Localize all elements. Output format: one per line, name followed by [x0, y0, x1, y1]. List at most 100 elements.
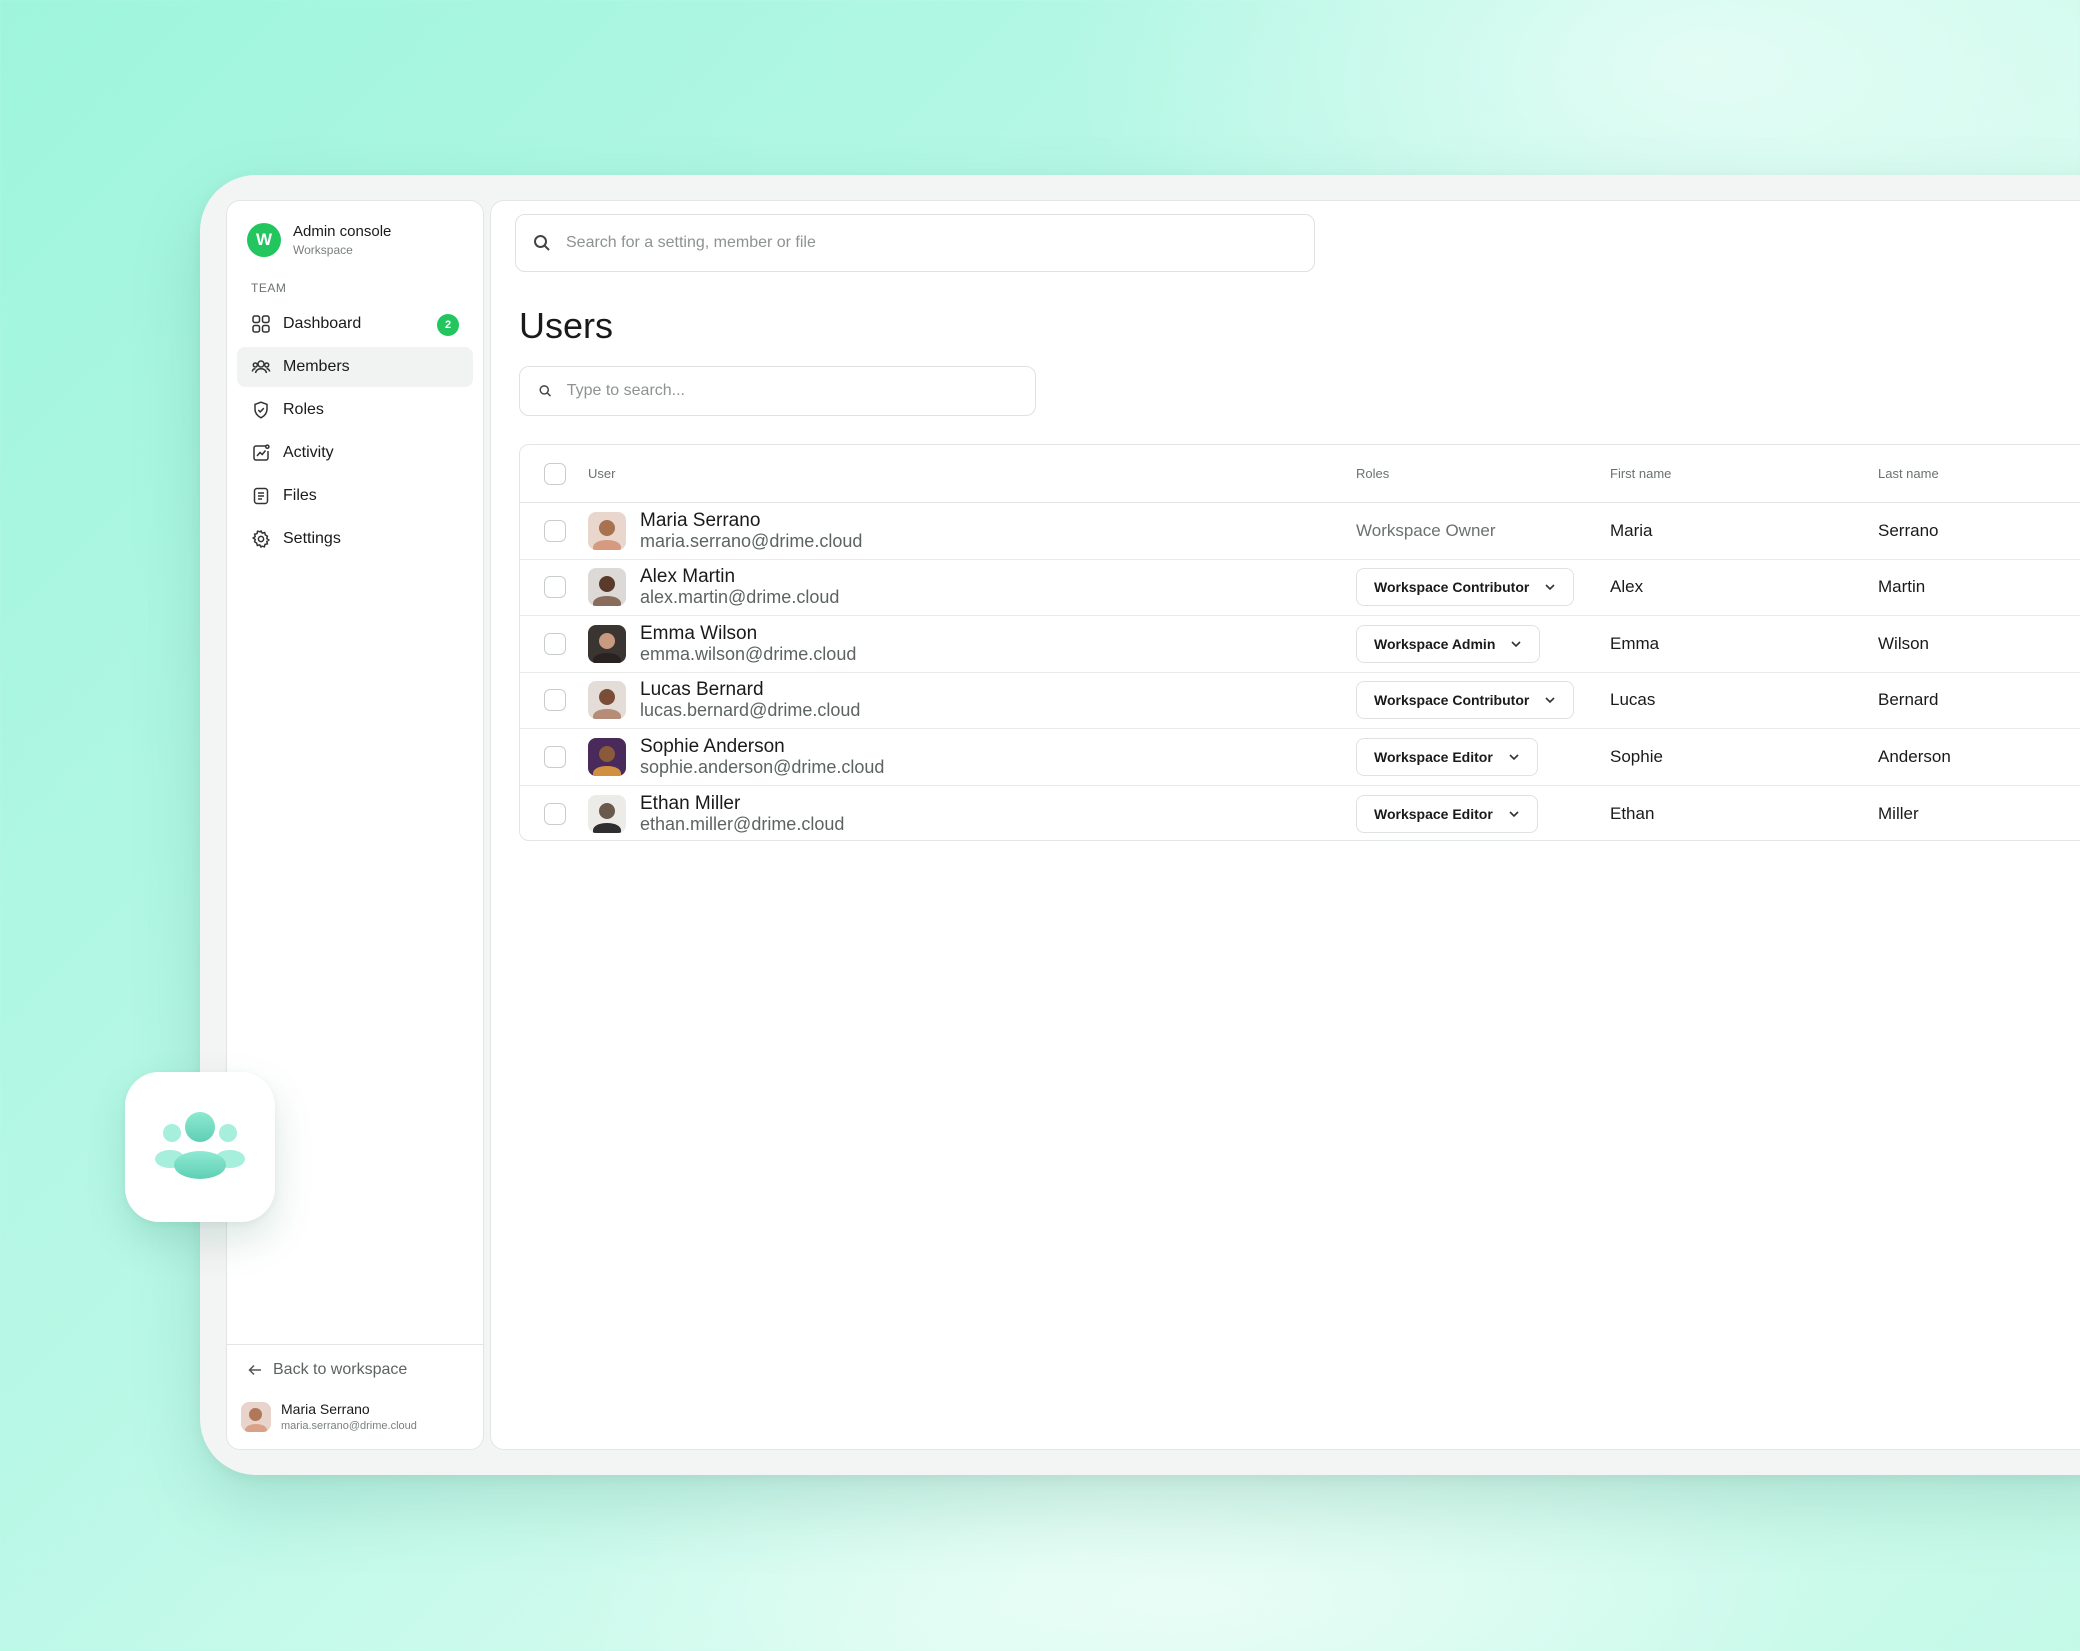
workspace-logo: W: [247, 223, 281, 257]
role-dropdown[interactable]: Workspace Editor: [1356, 794, 1538, 833]
first-name: Ethan: [1610, 803, 1655, 823]
role-dropdown-label: Workspace Contributor: [1374, 692, 1530, 709]
users-icon: [251, 360, 271, 374]
avatar: [588, 681, 626, 720]
table-row[interactable]: Sophie Anderson sophie.anderson@drime.cl…: [520, 729, 2080, 786]
current-user-name: Maria Serrano: [281, 1401, 370, 1417]
first-name: Maria: [1610, 520, 1653, 540]
sidebar-item-label: Activity: [283, 444, 334, 461]
user-name: Lucas Bernard: [640, 679, 764, 701]
role-dropdown-label: Workspace Editor: [1374, 748, 1493, 765]
column-header-roles[interactable]: Roles: [1356, 466, 1610, 481]
role-dropdown[interactable]: Workspace Editor: [1356, 737, 1538, 776]
role-dropdown-label: Workspace Admin: [1374, 635, 1496, 652]
sidebar: W Admin console Workspace TEAM Dashboard…: [226, 200, 484, 1450]
sidebar-item-label: Roles: [283, 401, 324, 418]
user-name: Alex Martin: [640, 566, 736, 588]
sidebar-item-roles[interactable]: Roles: [237, 390, 473, 430]
column-header-user[interactable]: User: [588, 466, 1356, 481]
search-icon: [539, 385, 552, 397]
current-user[interactable]: Maria Serrano maria.serrano@drime.cloud: [241, 1401, 417, 1432]
user-name: Emma Wilson: [640, 622, 758, 644]
role-dropdown[interactable]: Workspace Contributor: [1356, 568, 1575, 607]
section-label-team: TEAM: [251, 281, 287, 295]
users-group-icon: [155, 1112, 245, 1179]
role-dropdown[interactable]: Workspace Admin: [1356, 624, 1541, 663]
user-email: emma.wilson@drime.cloud: [640, 643, 857, 664]
back-link-label: Back to workspace: [273, 1361, 408, 1378]
select-all-checkbox[interactable]: [544, 462, 566, 485]
first-name: Emma: [1610, 633, 1660, 653]
table-row[interactable]: Alex Martin alex.martin@drime.cloud Work…: [520, 560, 2080, 616]
global-search: [515, 214, 1315, 272]
grid-icon: [252, 315, 270, 333]
shield-icon: [254, 401, 268, 419]
sidebar-item-dashboard[interactable]: Dashboard 2: [237, 304, 473, 344]
user-name: Sophie Anderson: [640, 735, 785, 757]
members-app-icon-card: [125, 1072, 275, 1222]
user-email: maria.serrano@drime.cloud: [640, 530, 863, 551]
role-dropdown-label: Workspace Editor: [1374, 805, 1493, 822]
user-email: ethan.miller@drime.cloud: [640, 813, 845, 834]
chevron-down-icon: [1545, 697, 1555, 704]
avatar: [588, 568, 626, 607]
chevron-down-icon: [1509, 811, 1519, 817]
users-table: User Roles First name Last name Maria Se…: [519, 444, 2080, 841]
sidebar-item-members[interactable]: Members: [237, 347, 473, 387]
brand: W Admin console Workspace: [247, 223, 391, 257]
user-email: alex.martin@drime.cloud: [640, 587, 840, 608]
last-name: Anderson: [1878, 746, 1951, 766]
activity-icon: [253, 444, 270, 461]
row-checkbox[interactable]: [544, 802, 566, 825]
first-name: Alex: [1610, 577, 1644, 597]
last-name: Bernard: [1878, 690, 1939, 710]
page-title: Users: [519, 305, 614, 346]
sidebar-item-label: Settings: [283, 530, 341, 547]
table-row[interactable]: Emma Wilson emma.wilson@drime.cloud Work…: [520, 616, 2080, 673]
table-row[interactable]: Ethan Miller ethan.miller@drime.cloud Wo…: [520, 786, 2080, 841]
role-dropdown-label: Workspace Contributor: [1374, 579, 1530, 596]
avatar: [588, 624, 626, 663]
row-checkbox[interactable]: [544, 745, 566, 768]
user-search: [519, 366, 1036, 416]
user-email: lucas.bernard@drime.cloud: [640, 700, 861, 721]
table-row[interactable]: Lucas Bernard lucas.bernard@drime.cloud …: [520, 673, 2080, 729]
brand-subtitle: Workspace: [293, 243, 353, 257]
file-icon: [253, 487, 269, 505]
arrow-left-icon: [248, 1364, 261, 1376]
global-search-input[interactable]: [566, 234, 1266, 252]
gear-icon: [251, 529, 271, 549]
last-name: Miller: [1878, 803, 1919, 823]
notification-badge: 2: [437, 314, 459, 336]
sidebar-item-label: Dashboard: [283, 315, 362, 332]
sidebar-item-activity[interactable]: Activity: [237, 433, 473, 473]
first-name: Lucas: [1610, 690, 1656, 710]
last-name: Serrano: [1878, 520, 1939, 540]
user-name: Maria Serrano: [640, 509, 761, 531]
sidebar-item-label: Files: [283, 487, 317, 504]
user-email: sophie.anderson@drime.cloud: [640, 756, 885, 777]
last-name: Martin: [1878, 577, 1926, 597]
chevron-down-icon: [1511, 641, 1521, 647]
back-to-workspace-link[interactable]: Back to workspace: [247, 1361, 407, 1379]
row-checkbox[interactable]: [544, 632, 566, 655]
last-name: Wilson: [1878, 633, 1930, 653]
table-header: User Roles First name Last name: [520, 445, 2080, 503]
sidebar-item-files[interactable]: Files: [237, 476, 473, 516]
row-checkbox[interactable]: [544, 519, 566, 542]
search-icon: [534, 235, 550, 251]
column-header-last-name[interactable]: Last name: [1878, 466, 2080, 481]
sidebar-item-settings[interactable]: Settings: [237, 519, 473, 559]
user-search-input[interactable]: [566, 382, 1035, 400]
user-name: Ethan Miller: [640, 792, 741, 814]
table-row[interactable]: Maria Serrano maria.serrano@drime.cloud …: [520, 503, 2080, 560]
avatar: [588, 737, 626, 776]
role-dropdown[interactable]: Workspace Contributor: [1356, 681, 1575, 720]
sidebar-nav: Dashboard 2 Members Roles Activity Files…: [237, 304, 473, 562]
avatar: [241, 1401, 271, 1432]
column-header-first-name[interactable]: First name: [1610, 466, 1878, 481]
avatar: [588, 511, 626, 550]
row-checkbox[interactable]: [544, 689, 566, 712]
first-name: Sophie: [1610, 746, 1663, 766]
row-checkbox[interactable]: [544, 576, 566, 599]
